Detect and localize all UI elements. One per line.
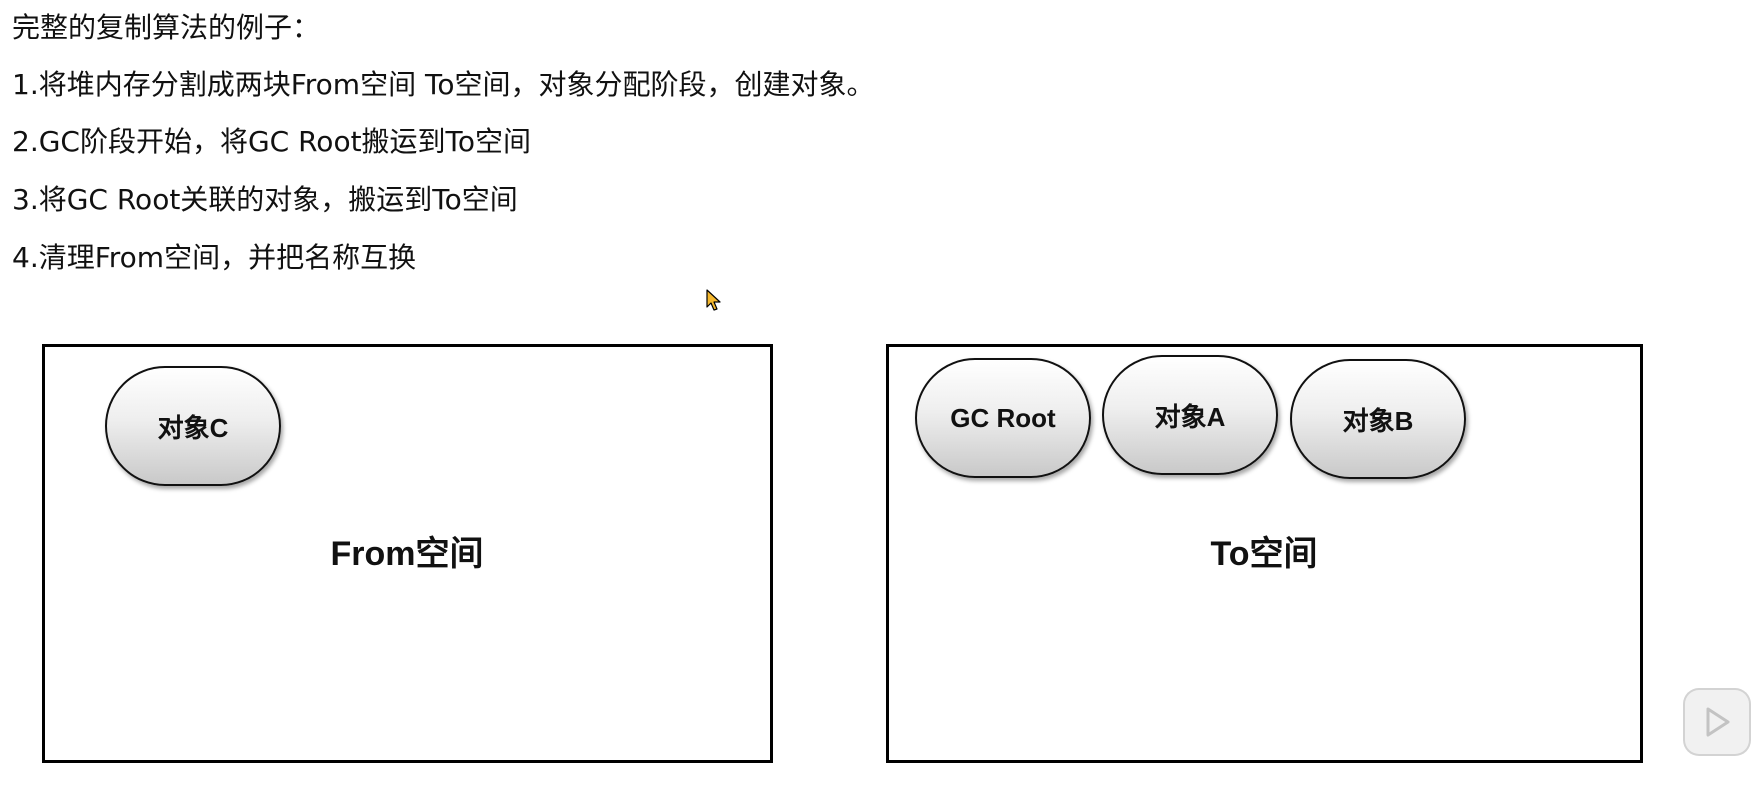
object-b-node: 对象B	[1290, 359, 1466, 479]
gc-root-node: GC Root	[915, 358, 1091, 478]
step-1: 1.将堆内存分割成两块From空间 To空间，对象分配阶段，创建对象。	[12, 68, 875, 101]
object-a-label: 对象A	[1154, 401, 1226, 432]
step-3: 3.将GC Root关联的对象，搬运到To空间	[12, 183, 518, 216]
steps-heading: 完整的复制算法的例子：	[12, 11, 321, 44]
play-button[interactable]	[1683, 688, 1751, 756]
object-b-label: 对象B	[1342, 405, 1414, 436]
step-2: 2.GC阶段开始，将GC Root搬运到To空间	[12, 125, 532, 158]
object-c-node: 对象C	[105, 366, 281, 486]
to-space-label: To空间	[1210, 535, 1318, 573]
mouse-pointer-icon	[706, 289, 721, 311]
object-c-label: 对象C	[157, 412, 229, 443]
gc-root-label: GC Root	[950, 402, 1056, 433]
object-a-node: 对象A	[1102, 355, 1278, 475]
step-4: 4.清理From空间，并把名称互换	[12, 241, 417, 274]
play-icon	[1706, 707, 1730, 737]
from-space-label: From空间	[330, 535, 484, 573]
